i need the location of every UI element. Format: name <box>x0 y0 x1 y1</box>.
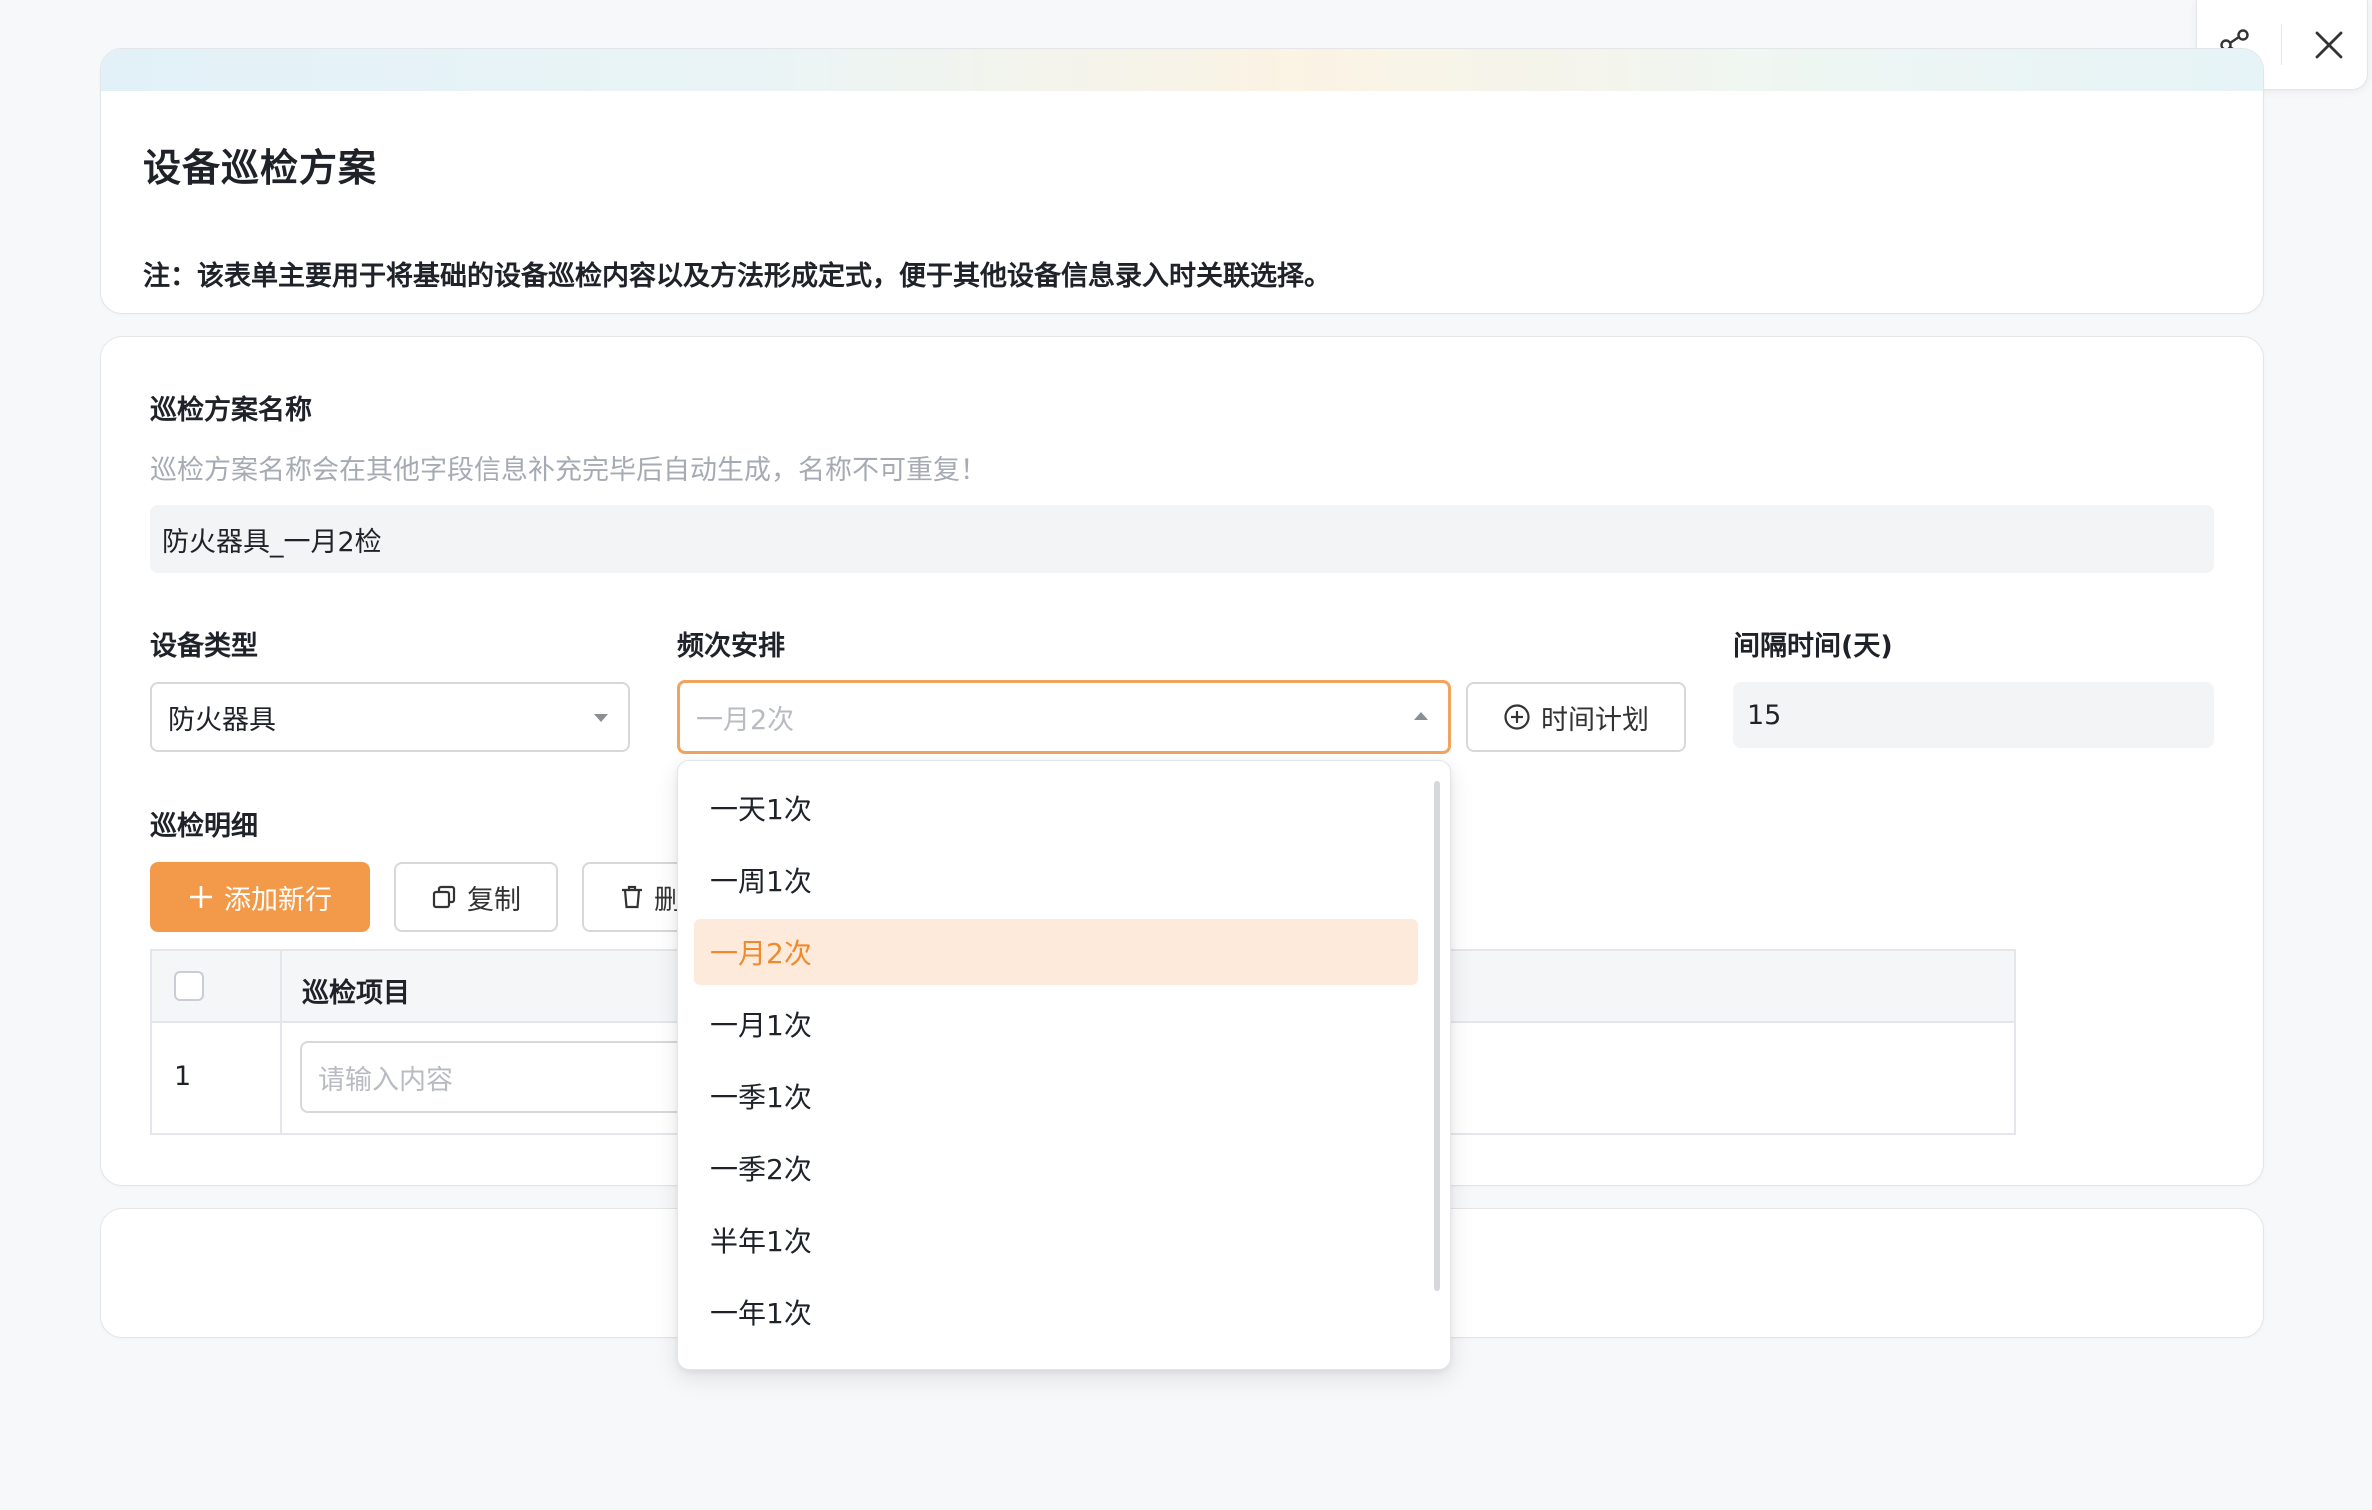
dropdown-option[interactable]: 一月1次 <box>694 991 1418 1057</box>
page-note: 注：该表单主要用于将基础的设备巡检内容以及方法形成定式，便于其他设备信息录入时关… <box>143 261 1331 292</box>
close-button[interactable] <box>2299 15 2359 75</box>
plus-circle-icon <box>1504 704 1530 730</box>
dropdown-option[interactable]: 一年1次 <box>694 1279 1418 1345</box>
page-title: 设备巡检方案 <box>143 146 378 190</box>
plus-icon <box>190 886 212 908</box>
row-index: 1 <box>174 1061 192 1092</box>
caret-down-icon <box>594 714 608 722</box>
device-type-label: 设备类型 <box>150 631 258 662</box>
copy-label: 复制 <box>467 884 521 916</box>
frequency-placeholder: 一月2次 <box>696 704 795 736</box>
interval-field: 15 <box>1733 682 2214 748</box>
frequency-label: 频次安排 <box>677 631 785 662</box>
time-plan-button[interactable]: 时间计划 <box>1466 682 1686 752</box>
plan-name-hint: 巡检方案名称会在其他字段信息补充完毕后自动生成，名称不可重复！ <box>150 455 987 486</box>
dropdown-option[interactable]: 一季1次 <box>694 1063 1418 1129</box>
header-gradient-strip <box>101 49 2263 91</box>
interval-label: 间隔时间(天) <box>1733 631 1893 662</box>
frequency-dropdown: 一天1次 一周1次 一月2次 一月1次 一季1次 一季2次 半年1次 一年1次 <box>677 760 1451 1370</box>
details-label: 巡检明细 <box>150 811 258 842</box>
trash-icon <box>622 885 642 909</box>
dropdown-option[interactable]: 一天1次 <box>694 775 1418 841</box>
column-header-item: 巡检项目 <box>302 978 410 1009</box>
header-card: 设备巡检方案 注：该表单主要用于将基础的设备巡检内容以及方法形成定式，便于其他设… <box>100 48 2264 314</box>
dropdown-option-selected[interactable]: 一月2次 <box>694 919 1418 985</box>
dropdown-option[interactable]: 一季2次 <box>694 1135 1418 1201</box>
dropdown-scrollbar[interactable] <box>1434 781 1440 1291</box>
device-type-select[interactable]: 防火器具 <box>150 682 630 752</box>
plan-name-field: 防火器具_一月2检 <box>150 505 2214 573</box>
toolbar-divider <box>2281 24 2283 65</box>
column-divider <box>280 951 282 1023</box>
copy-button[interactable]: 复制 <box>394 862 558 932</box>
plan-name-label: 巡检方案名称 <box>150 395 312 426</box>
close-icon <box>2315 31 2343 58</box>
add-row-label: 添加新行 <box>224 884 332 916</box>
copy-icon <box>432 885 456 909</box>
select-all-checkbox[interactable] <box>174 971 204 1001</box>
add-row-button[interactable]: 添加新行 <box>150 862 370 932</box>
dropdown-option[interactable]: 一周1次 <box>694 847 1418 913</box>
frequency-select[interactable]: 一月2次 <box>677 680 1451 754</box>
device-type-value: 防火器具 <box>168 704 276 736</box>
time-plan-label: 时间计划 <box>1541 704 1649 736</box>
column-divider <box>280 1023 282 1133</box>
caret-up-icon <box>1414 712 1428 720</box>
dropdown-option[interactable]: 半年1次 <box>694 1207 1418 1273</box>
